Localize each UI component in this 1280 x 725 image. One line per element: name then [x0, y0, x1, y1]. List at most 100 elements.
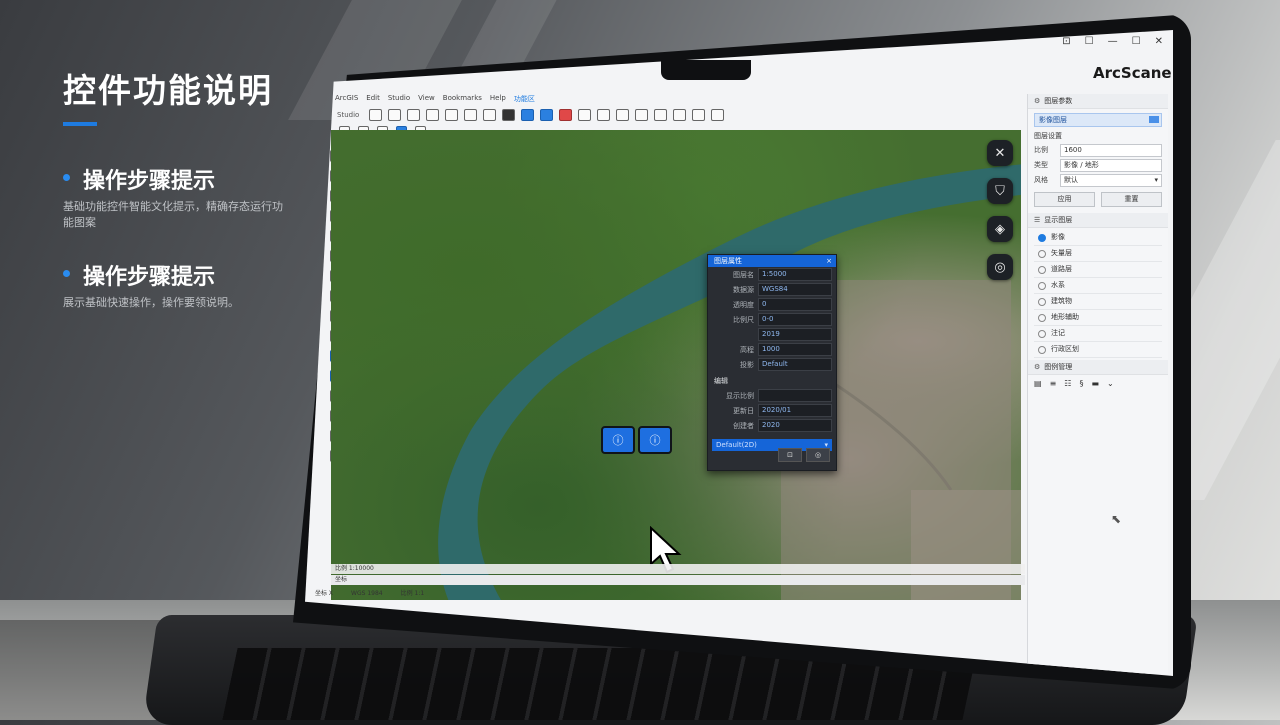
menu-item[interactable]: Bookmarks [443, 94, 482, 106]
close-icon[interactable]: ✕ [1155, 36, 1163, 47]
badge-icon [1149, 116, 1159, 123]
layer-item[interactable]: 影像 [1034, 230, 1162, 246]
style-select[interactable]: 默认 ▾ [1060, 173, 1162, 187]
field-input[interactable]: 2020 [758, 419, 832, 432]
list-icon[interactable]: ≡ [1050, 379, 1057, 388]
tool-icon[interactable] [483, 109, 497, 121]
minimize-icon[interactable]: — [1108, 36, 1118, 47]
radio-icon [1038, 249, 1046, 258]
tool-icon[interactable] [711, 109, 725, 121]
layers-icon[interactable]: ◈ [987, 216, 1013, 242]
tool-icon[interactable] [654, 109, 668, 121]
dialog-title: 图层属性 × [708, 255, 836, 267]
field-input[interactable]: 1:5000 [758, 268, 832, 281]
menu-item-active[interactable]: 功能区 [514, 94, 535, 106]
tool-icon[interactable] [426, 109, 440, 121]
save-button[interactable]: ⊡ [778, 448, 802, 462]
panel-field: 类型 影像 / 地形 [1034, 158, 1162, 172]
scale-input[interactable]: 1600 [1060, 143, 1162, 157]
radio-icon [1038, 345, 1046, 354]
field-label: 数据源 [733, 285, 754, 294]
grid-icon[interactable]: ☷ [1064, 379, 1071, 388]
pin-icon[interactable]: ⓘ [638, 426, 672, 454]
layer-item[interactable]: 矢量层 [1034, 246, 1162, 262]
layer-label: 地形辅助 [1051, 313, 1079, 321]
dialog-section-label: 编辑 [714, 377, 728, 385]
step-heading: 操作步骤提示 [83, 265, 216, 290]
field-input[interactable]: Default [758, 358, 832, 371]
close-icon[interactable]: ✕ [987, 140, 1013, 166]
tool-icon[interactable] [369, 109, 383, 121]
tool-icon[interactable] [559, 109, 573, 121]
chevron-down-icon[interactable]: ⌄ [1107, 379, 1114, 388]
camera-notch [661, 60, 751, 80]
field-input[interactable]: 2019 [758, 328, 832, 341]
bullet-icon [63, 174, 70, 181]
close-icon[interactable]: × [826, 255, 832, 267]
tool-icon[interactable] [597, 109, 611, 121]
maximize-icon[interactable]: ☐ [1132, 36, 1141, 47]
layer-item[interactable]: 地形辅助 [1034, 310, 1162, 326]
bar-icon[interactable]: ▬ [1091, 379, 1099, 388]
field-input[interactable]: 2020/01 [758, 404, 832, 417]
field-input[interactable]: 1000 [758, 343, 832, 356]
layer-item[interactable]: 注记 [1034, 326, 1162, 342]
panel-header: ⚙ 图层参数 [1028, 94, 1168, 109]
layer-item[interactable]: 水系 [1034, 278, 1162, 294]
menu-item[interactable]: ArcGIS [335, 94, 358, 106]
menu-item[interactable]: Studio [388, 94, 410, 106]
panel-title: 图层参数 [1044, 97, 1073, 105]
shield-icon[interactable]: ⛉ [987, 178, 1013, 204]
map-view[interactable]: ✕ ⛉ ◈ ◎ ⓘ ⓘ ⊕ ❐ ↻ ■ ▯ ◉ [331, 130, 1021, 600]
tool-icon[interactable] [616, 109, 630, 121]
title-underline [63, 122, 97, 126]
tool-icon[interactable] [464, 109, 478, 121]
pin-icon[interactable]: ⓘ [601, 426, 635, 454]
layer-item[interactable]: 建筑物 [1034, 294, 1162, 310]
field-input[interactable]: 0 [758, 298, 832, 311]
field-input[interactable]: 0-0 [758, 313, 832, 326]
properties-panel: ⚙ 图层参数 影像图层 图层设置 比例 1600 类型 影像 / 地形 风格 默… [1027, 94, 1168, 674]
tool-icon[interactable] [635, 109, 649, 121]
field-label: 更新日 [733, 406, 754, 415]
panel-header: ⚙ 图例管理 [1028, 360, 1168, 375]
menu-item[interactable]: View [418, 94, 435, 106]
panel-field: 比例 1600 [1034, 143, 1162, 157]
tool-icon[interactable] [673, 109, 687, 121]
apply-button[interactable]: ◎ [806, 448, 830, 462]
tool-icon[interactable] [578, 109, 592, 121]
tool-icon[interactable] [388, 109, 402, 121]
tool-icon[interactable] [521, 109, 535, 121]
field-label: 图层名 [733, 270, 754, 279]
tool-icon[interactable] [540, 109, 554, 121]
panel-header: ☰ 显示图层 [1028, 213, 1168, 228]
field-label: 高程 [740, 345, 754, 354]
table-icon[interactable]: ▤ [1034, 379, 1042, 388]
toolbar-label: Studio [337, 111, 360, 119]
dialog-field: 2019 [708, 327, 836, 342]
field-input[interactable]: WGS84 [758, 283, 832, 296]
field-input[interactable] [758, 389, 832, 402]
radio-icon [1038, 313, 1046, 322]
reset-button[interactable]: 重置 [1101, 192, 1162, 207]
select-value: Default(2D) [716, 441, 757, 449]
apply-button[interactable]: 应用 [1034, 192, 1095, 207]
selected-layer[interactable]: 影像图层 [1034, 113, 1162, 127]
snap-icon[interactable]: ⊡ [1062, 36, 1070, 47]
mouse-pointer-icon: ⬉ [1111, 512, 1122, 526]
restore-icon[interactable]: ☐ [1085, 36, 1094, 47]
menu-item[interactable]: Help [490, 94, 506, 106]
symbol-icon[interactable]: § [1079, 379, 1083, 388]
measure-icon[interactable]: ◎ [987, 254, 1013, 280]
tool-icon[interactable] [407, 109, 421, 121]
panel-title: 显示图层 [1044, 216, 1073, 224]
tool-icon[interactable] [445, 109, 459, 121]
type-input[interactable]: 影像 / 地形 [1060, 158, 1162, 172]
tool-icon[interactable] [502, 109, 516, 121]
layer-label: 矢量层 [1051, 249, 1072, 257]
menu-item[interactable]: Edit [366, 94, 380, 106]
layer-item[interactable]: 行政区划 [1034, 342, 1162, 358]
tool-icon[interactable] [692, 109, 706, 121]
layer-item[interactable]: 道路层 [1034, 262, 1162, 278]
radio-icon [1038, 329, 1046, 338]
